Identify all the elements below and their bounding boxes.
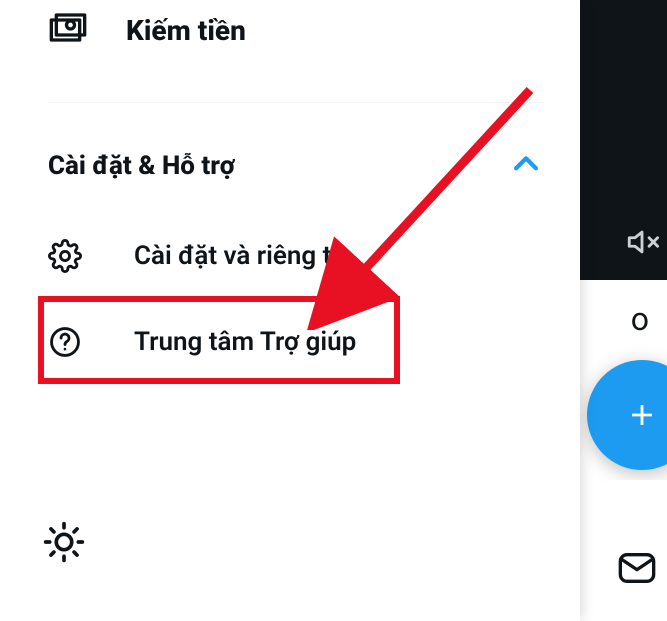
menu-item-help-center[interactable]: Trung tâm Trợ giúp xyxy=(48,299,560,385)
underlying-card-edge xyxy=(587,480,667,540)
volume-muted-icon[interactable] xyxy=(625,225,659,263)
menu-item-settings-privacy[interactable]: Cài đặt và riêng tư xyxy=(48,213,560,299)
theme-toggle-icon[interactable] xyxy=(42,520,86,568)
divider xyxy=(48,102,543,103)
menu-item-label: Cài đặt và riêng tư xyxy=(134,241,347,271)
navigation-drawer: Kiếm tiền Cài đặt & Hỗ trợ Cài đặt và ri… xyxy=(0,0,580,621)
help-icon xyxy=(48,325,88,359)
gear-icon xyxy=(48,239,88,273)
section-items: Cài đặt và riêng tư Trung tâm Trợ giúp xyxy=(48,213,560,385)
money-icon xyxy=(48,10,88,50)
menu-item-label: Trung tâm Trợ giúp xyxy=(134,327,356,357)
underlying-screen: o xyxy=(580,0,667,621)
partial-text: o xyxy=(631,300,649,338)
section-title: Cài đặt & Hỗ trợ xyxy=(48,151,235,181)
nav-item-monetization[interactable]: Kiếm tiền xyxy=(48,0,560,66)
messages-icon[interactable] xyxy=(617,548,657,592)
chevron-up-icon xyxy=(509,147,543,185)
section-settings-support[interactable]: Cài đặt & Hỗ trợ xyxy=(48,147,543,185)
nav-item-label: Kiếm tiền xyxy=(126,14,246,47)
